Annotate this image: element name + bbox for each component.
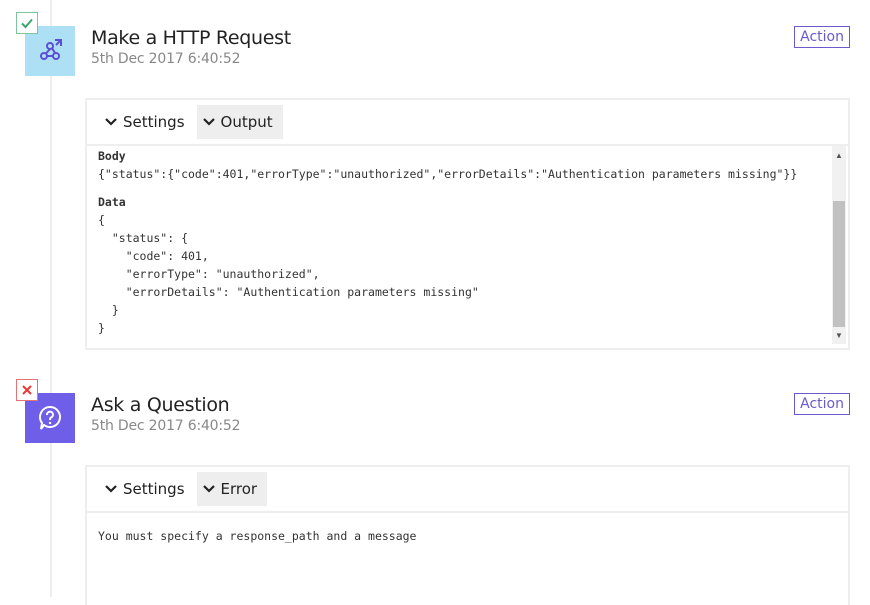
error-x-icon [16, 379, 38, 401]
step-details-panel: Settings Output Body {"status":{"code":4… [85, 98, 850, 350]
tab-settings[interactable]: Settings [99, 472, 195, 506]
chevron-down-icon [202, 118, 215, 126]
data-line: "code": 401, [98, 249, 209, 263]
tab-error[interactable]: Error [196, 472, 268, 506]
tab-bar: Settings Error [87, 467, 848, 513]
timeline-line [50, 0, 52, 597]
step-details-panel: Settings Error You must specify a respon… [85, 465, 850, 605]
tab-label: Settings [123, 113, 185, 131]
scroll-up-arrow-icon[interactable]: ▲ [832, 148, 846, 162]
tab-label: Settings [123, 480, 185, 498]
data-line: "status": { [98, 231, 189, 245]
body-value: {"status":{"code":401,"errorType":"unaut… [98, 167, 798, 181]
chevron-down-icon [105, 485, 117, 493]
data-line: { [98, 213, 105, 227]
data-line: "errorDetails": "Authentication paramete… [98, 285, 479, 299]
vertical-scrollbar[interactable]: ▲ ▼ [832, 146, 846, 344]
data-line: "errorType": "unauthorized", [98, 267, 320, 281]
tab-label: Output [220, 113, 273, 131]
scrollbar-thumb[interactable] [833, 201, 845, 327]
tab-output[interactable]: Output [196, 105, 283, 139]
data-label: Data [98, 195, 126, 209]
chevron-down-icon [105, 118, 117, 126]
step-title: Ask a Question [91, 394, 230, 416]
step-timestamp: 5th Dec 2017 6:40:52 [91, 418, 241, 434]
action-badge[interactable]: Action [794, 393, 850, 415]
data-line: } [98, 303, 119, 317]
success-check-icon [16, 12, 38, 34]
tab-settings[interactable]: Settings [99, 105, 195, 139]
action-badge[interactable]: Action [794, 26, 850, 48]
data-line: } [98, 321, 105, 335]
output-content: Body {"status":{"code":401,"errorType":"… [98, 147, 828, 337]
tab-label: Error [220, 480, 258, 498]
chevron-down-icon [202, 485, 215, 493]
body-label: Body [98, 149, 126, 163]
scroll-down-arrow-icon[interactable]: ▼ [832, 328, 846, 342]
step-timestamp: 5th Dec 2017 6:40:52 [91, 51, 241, 67]
tab-bar: Settings Output [87, 100, 848, 146]
step-title: Make a HTTP Request [91, 27, 291, 49]
error-message: You must specify a response_path and a m… [98, 529, 417, 543]
